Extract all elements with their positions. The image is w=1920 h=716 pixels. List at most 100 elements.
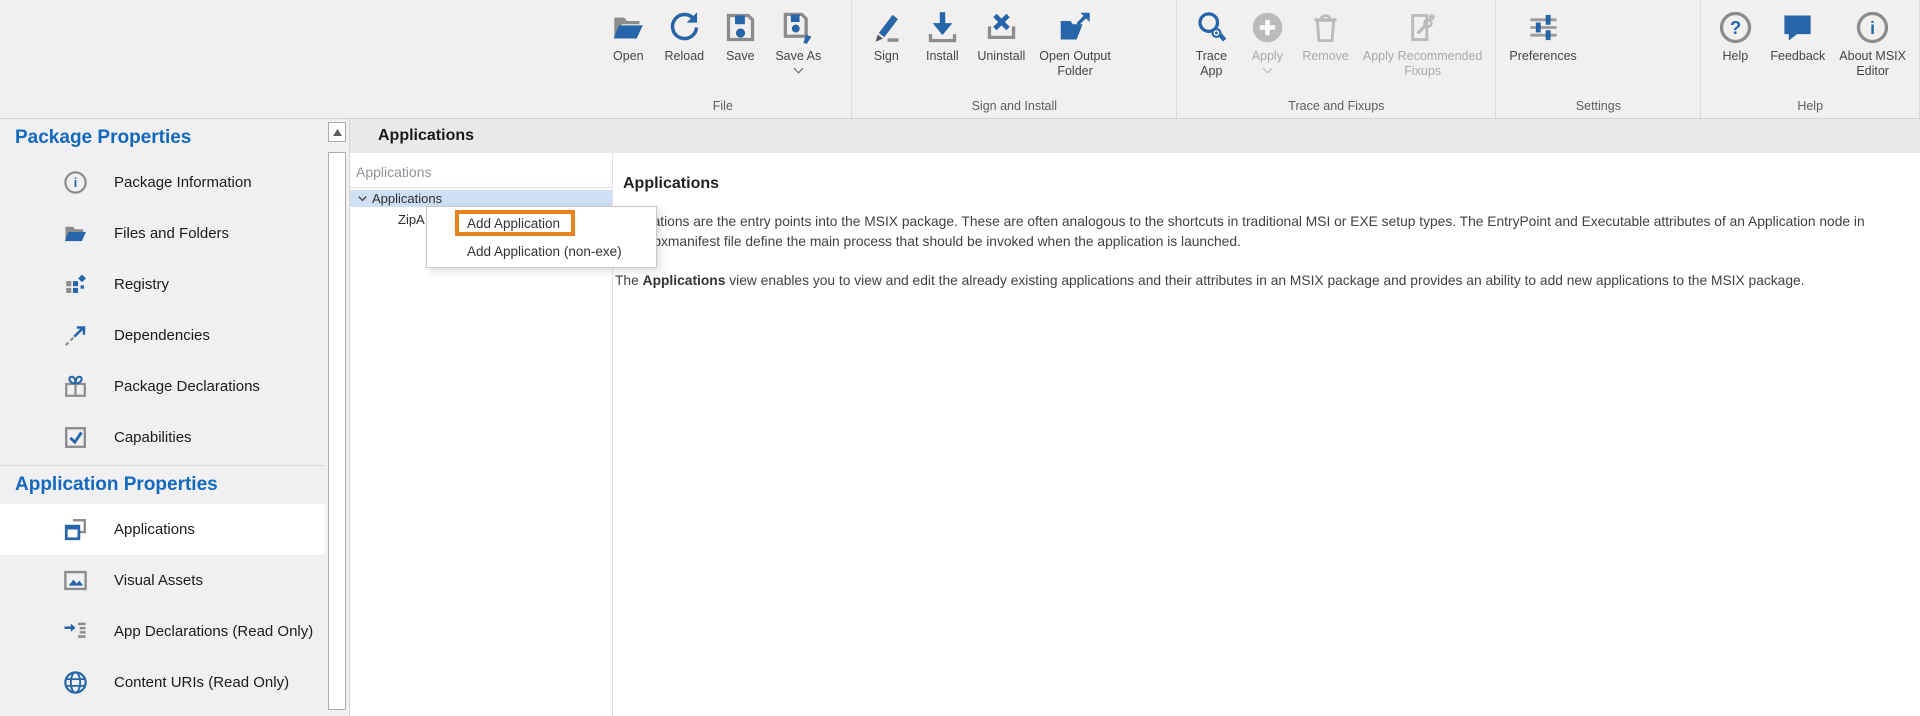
tree-panel-label: Applications <box>350 162 612 188</box>
sidebar-item-label: Visual Assets <box>114 572 203 589</box>
sidebar-item-applications[interactable]: Applications <box>0 504 325 555</box>
sidebar-item-label: Dependencies <box>114 327 210 344</box>
sidebar-item-dependencies[interactable]: Dependencies <box>0 310 325 361</box>
context-menu-item-label: Add Application <box>467 216 560 231</box>
description-panel: Applications Applications are the entry … <box>613 153 1920 716</box>
page-header: Applications <box>350 119 1920 153</box>
feedback-icon <box>1777 8 1819 46</box>
ribbon-button-trace[interactable]: Trace App <box>1183 5 1239 80</box>
tree-node-applications[interactable]: Applications <box>350 190 612 207</box>
sidebar-item-package-declarations[interactable]: Package Declarations <box>0 361 325 412</box>
ribbon-button-uninstall[interactable]: Uninstall <box>970 5 1032 64</box>
ribbon-button-help[interactable]: ? Help <box>1707 5 1763 64</box>
about-icon: i <box>1852 8 1894 46</box>
trace-app-icon <box>1190 8 1232 46</box>
open-folder-icon <box>607 8 649 46</box>
description-paragraph-1: Applications are the entry points into t… <box>615 212 1878 252</box>
sidebar-item-registry[interactable]: Registry <box>0 259 325 310</box>
ribbon-group: Sign Install Uninstall <box>852 0 1177 118</box>
capabilities-icon <box>62 424 89 451</box>
sidebar-item-capabilities[interactable]: Capabilities <box>0 412 325 463</box>
ribbon-button-label: Preferences <box>1509 49 1576 64</box>
chevron-down-icon[interactable] <box>1262 64 1272 74</box>
context-menu-item-add-application-non-exe[interactable]: Add Application (non-exe) <box>427 237 656 265</box>
sidebar-scrollbar[interactable] <box>325 119 349 716</box>
chevron-down-icon[interactable] <box>354 191 370 207</box>
dependencies-icon <box>62 322 89 349</box>
scrollbar-up-button[interactable] <box>328 122 346 142</box>
sidebar-section-heading: Application Properties <box>0 466 325 504</box>
ribbon-button-apply[interactable]: Apply <box>1239 5 1295 72</box>
sidebar-item-content-uris-read-only[interactable]: Content URIs (Read Only) <box>0 657 325 708</box>
ribbon-button-open[interactable]: Open <box>600 5 656 64</box>
ribbon-button-feedback[interactable]: Feedback <box>1763 5 1832 64</box>
sidebar-section: Package Properties i Package Information… <box>0 119 325 463</box>
ribbon-toolbar: Open Reload Save <box>0 0 1920 119</box>
sidebar-item-label: App Declarations (Read Only) <box>114 623 313 640</box>
ribbon-group-label: Trace and Fixups <box>1181 98 1491 118</box>
context-menu-item-add-application[interactable]: Add Application <box>427 209 656 237</box>
applications-icon <box>62 516 89 543</box>
ribbon-group-label: Settings <box>1500 98 1696 118</box>
package-declarations-icon <box>62 373 89 400</box>
description-heading: Applications <box>623 175 1878 193</box>
bold-applications-word: Applications <box>643 273 726 288</box>
sidebar-item-files-and-folders[interactable]: Files and Folders <box>0 208 325 259</box>
description-paragraph-2: The Applications view enables you to vie… <box>615 271 1878 291</box>
ribbon-button-save-as[interactable]: Save As <box>768 5 828 72</box>
sidebar-item-label: Content URIs (Read Only) <box>114 674 289 691</box>
ribbon-button-label: Save <box>726 49 755 64</box>
ribbon-button-label: Trace App <box>1196 49 1228 80</box>
scrollbar-thumb[interactable] <box>328 152 346 710</box>
sidebar-section: Application Properties Applications Visu… <box>0 465 325 708</box>
ribbon-button-about-msix[interactable]: i About MSIX Editor <box>1832 5 1913 80</box>
svg-text:?: ? <box>1730 17 1741 38</box>
ribbon-button-label: Feedback <box>1770 49 1825 64</box>
sidebar-item-label: Package Declarations <box>114 378 260 395</box>
uninstall-icon <box>980 8 1022 46</box>
save-icon <box>719 8 761 46</box>
ribbon-button-label: Open <box>613 49 644 64</box>
main-panel: Applications Applications Applications Z… <box>349 119 1920 716</box>
context-menu-item-label: Add Application (non-exe) <box>467 244 622 259</box>
sidebar-item-label: Applications <box>114 521 195 538</box>
ribbon-button-remove[interactable]: Remove <box>1295 5 1356 64</box>
sidebar-item-label: Registry <box>114 276 169 293</box>
recommended-fixups-icon <box>1402 8 1444 46</box>
ribbon-button-save[interactable]: Save <box>712 5 768 64</box>
open-output-folder-icon <box>1054 8 1096 46</box>
ribbon-button-label: Reload <box>665 49 705 64</box>
ribbon-button-reload[interactable]: Reload <box>656 5 712 64</box>
svg-text:i: i <box>74 176 78 190</box>
ribbon-button-label: Save As <box>775 49 821 64</box>
ribbon-empty-area <box>0 0 594 118</box>
ribbon-group-label: File <box>598 98 847 118</box>
svg-text:i: i <box>1870 18 1875 38</box>
sidebar-item-label: Capabilities <box>114 429 192 446</box>
sidebar-item-package-information[interactable]: i Package Information <box>0 157 325 208</box>
sidebar-item-label: Package Information <box>114 174 252 191</box>
ribbon-button-install[interactable]: Install <box>914 5 970 64</box>
content-uris-icon <box>62 669 89 696</box>
sidebar-item-label: Files and Folders <box>114 225 229 242</box>
ribbon-button-sign[interactable]: Sign <box>858 5 914 64</box>
ribbon-button-label: Apply <box>1252 49 1283 64</box>
sign-icon <box>865 8 907 46</box>
ribbon-button-label: Uninstall <box>977 49 1025 64</box>
context-menu: Add Application Add Application (non-exe… <box>426 206 657 268</box>
ribbon-button-label: Install <box>926 49 959 64</box>
tree-node-label: ZipA <box>398 212 425 227</box>
chevron-down-icon[interactable] <box>793 64 803 74</box>
ribbon-button-preferences[interactable]: Preferences <box>1502 5 1583 64</box>
files-folders-icon <box>62 220 89 247</box>
sidebar-section-heading: Package Properties <box>0 119 325 157</box>
apply-plus-icon <box>1246 8 1288 46</box>
sidebar-item-app-declarations-read-only[interactable]: App Declarations (Read Only) <box>0 606 325 657</box>
preferences-icon <box>1522 8 1564 46</box>
ribbon-button-apply-recommended[interactable]: Apply Recommended Fixups <box>1356 5 1490 80</box>
sidebar-item-visual-assets[interactable]: Visual Assets <box>0 555 325 606</box>
ribbon-group: Open Reload Save <box>594 0 852 118</box>
install-icon <box>921 8 963 46</box>
ribbon-group: Trace App Apply Remove <box>1177 0 1496 118</box>
ribbon-button-open-output[interactable]: Open Output Folder <box>1032 5 1118 80</box>
